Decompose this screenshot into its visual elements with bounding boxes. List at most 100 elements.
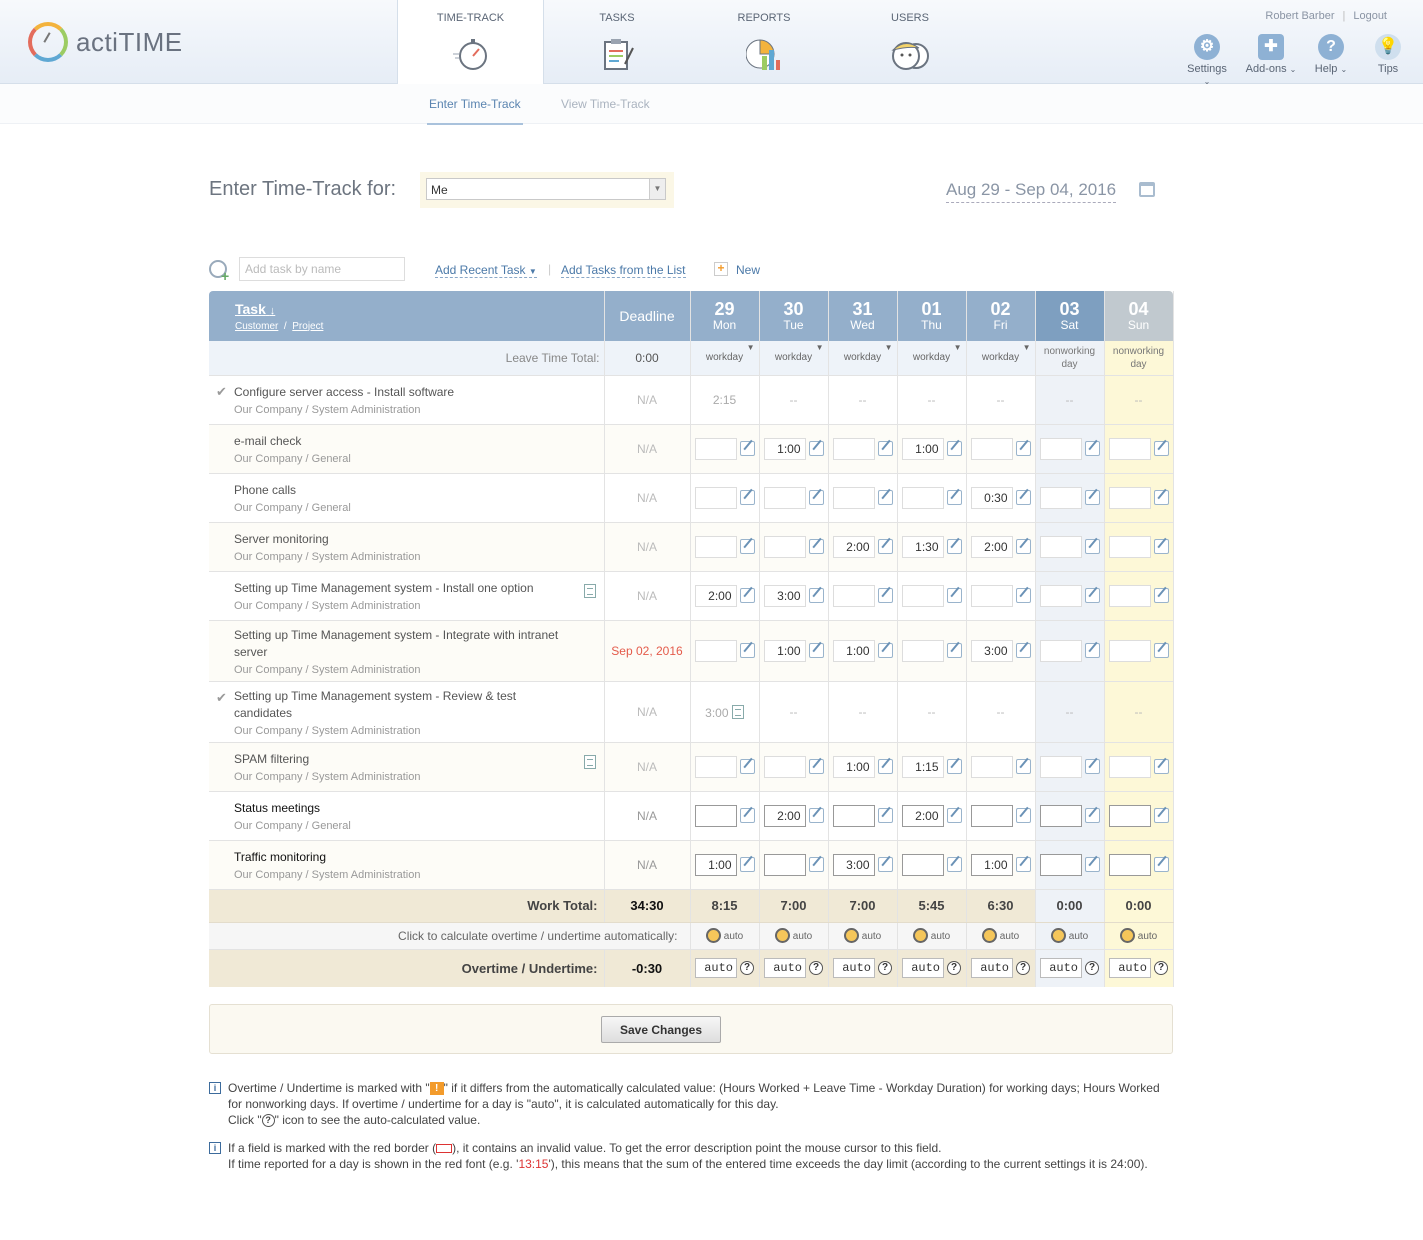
edit-comment-icon[interactable] bbox=[1084, 643, 1100, 658]
time-input[interactable] bbox=[763, 486, 806, 509]
edit-comment-icon[interactable] bbox=[1084, 808, 1100, 823]
help-icon[interactable]: ? bbox=[1154, 961, 1168, 976]
edit-comment-icon[interactable] bbox=[739, 857, 755, 872]
addons-menu[interactable]: ✚ Add-ons ⌄ bbox=[1245, 34, 1297, 75]
nav-tab-tasks[interactable]: TASKS bbox=[565, 0, 669, 84]
edit-comment-icon[interactable] bbox=[739, 643, 755, 658]
time-input[interactable] bbox=[832, 804, 875, 827]
edit-comment-icon[interactable] bbox=[946, 490, 962, 505]
edit-comment-icon[interactable] bbox=[877, 490, 893, 505]
time-input[interactable] bbox=[1039, 437, 1082, 460]
task-column-header[interactable]: Task ↓ Customer / Project bbox=[209, 291, 605, 341]
edit-comment-icon[interactable] bbox=[808, 490, 824, 505]
edit-comment-icon[interactable] bbox=[1015, 490, 1031, 505]
task-comment-icon[interactable] bbox=[583, 754, 596, 769]
time-input[interactable]: 1:15 bbox=[901, 755, 944, 778]
time-input[interactable]: 1:00 bbox=[832, 639, 875, 662]
auto-calc-button[interactable]: auto bbox=[966, 922, 1036, 950]
edit-comment-icon[interactable] bbox=[739, 759, 755, 774]
time-input[interactable]: 0:30 bbox=[970, 486, 1013, 509]
nav-tab-time-track[interactable]: TIME-TRACK bbox=[397, 0, 544, 85]
time-input[interactable] bbox=[970, 584, 1013, 607]
time-input[interactable] bbox=[832, 437, 875, 460]
edit-comment-icon[interactable] bbox=[808, 857, 824, 872]
time-input[interactable] bbox=[1039, 486, 1082, 509]
auto-calc-button[interactable]: auto bbox=[690, 922, 760, 950]
time-input[interactable]: 2:00 bbox=[970, 535, 1013, 558]
time-input[interactable]: 3:00 bbox=[763, 584, 806, 607]
time-input[interactable]: 1:30 bbox=[901, 535, 944, 558]
overtime-input[interactable]: auto bbox=[1040, 958, 1082, 979]
task-name[interactable]: Status meetings bbox=[234, 800, 596, 817]
date-range-link[interactable]: Aug 29 - Sep 04, 2016 bbox=[946, 180, 1117, 203]
time-input[interactable]: 1:00 bbox=[763, 639, 806, 662]
edit-comment-icon[interactable] bbox=[946, 759, 962, 774]
day-type-select[interactable]: workday ▼ bbox=[966, 341, 1036, 376]
help-icon[interactable]: ? bbox=[809, 961, 823, 976]
edit-comment-icon[interactable] bbox=[1084, 539, 1100, 554]
task-name[interactable]: Setting up Time Management system - Inte… bbox=[234, 627, 596, 661]
auto-calc-button[interactable]: auto bbox=[897, 922, 967, 950]
time-input[interactable] bbox=[1108, 584, 1151, 607]
edit-comment-icon[interactable] bbox=[1153, 643, 1169, 658]
time-input[interactable] bbox=[1108, 486, 1151, 509]
edit-comment-icon[interactable] bbox=[739, 539, 755, 554]
edit-comment-icon[interactable] bbox=[946, 643, 962, 658]
task-comment-icon[interactable] bbox=[731, 705, 744, 719]
user-select[interactable]: Me ▼ bbox=[426, 178, 666, 200]
edit-comment-icon[interactable] bbox=[1084, 588, 1100, 603]
help-icon[interactable]: ? bbox=[947, 961, 961, 976]
time-input[interactable] bbox=[694, 639, 737, 662]
time-input[interactable] bbox=[1039, 755, 1082, 778]
tips-button[interactable]: 💡 Tips bbox=[1374, 34, 1402, 75]
time-input[interactable] bbox=[694, 755, 737, 778]
add-recent-task-link[interactable]: Add Recent Task ▼ bbox=[435, 263, 537, 278]
save-changes-button[interactable]: Save Changes bbox=[601, 1016, 721, 1043]
time-input[interactable] bbox=[763, 853, 806, 876]
edit-comment-icon[interactable] bbox=[1084, 441, 1100, 456]
time-input[interactable] bbox=[763, 755, 806, 778]
nav-tab-users[interactable]: USERS bbox=[860, 0, 960, 84]
auto-calc-button[interactable]: auto bbox=[1035, 922, 1105, 950]
task-sort-link[interactable]: Task bbox=[235, 301, 266, 317]
time-input[interactable] bbox=[1039, 804, 1082, 827]
task-name[interactable]: Setting up Time Management system - Revi… bbox=[234, 688, 596, 722]
time-input[interactable] bbox=[901, 853, 944, 876]
subtab-view-time-track[interactable]: View Time-Track bbox=[561, 97, 650, 111]
subtab-enter-time-track[interactable]: Enter Time-Track bbox=[427, 97, 523, 125]
task-name[interactable]: Setting up Time Management system - Inst… bbox=[234, 580, 596, 597]
edit-comment-icon[interactable] bbox=[1015, 588, 1031, 603]
time-input[interactable] bbox=[1108, 804, 1151, 827]
time-input[interactable] bbox=[901, 486, 944, 509]
help-menu[interactable]: ? Help ⌄ bbox=[1313, 34, 1349, 75]
edit-comment-icon[interactable] bbox=[1153, 808, 1169, 823]
edit-comment-icon[interactable] bbox=[1015, 643, 1031, 658]
task-name[interactable]: SPAM filtering bbox=[234, 751, 596, 768]
edit-comment-icon[interactable] bbox=[1015, 539, 1031, 554]
overtime-input[interactable]: auto bbox=[764, 958, 806, 979]
edit-comment-icon[interactable] bbox=[1084, 857, 1100, 872]
edit-comment-icon[interactable] bbox=[877, 643, 893, 658]
dropdown-arrow-icon[interactable]: ▼ bbox=[649, 179, 665, 199]
time-input[interactable] bbox=[694, 535, 737, 558]
edit-comment-icon[interactable] bbox=[808, 539, 824, 554]
overtime-input[interactable]: auto bbox=[695, 958, 737, 979]
add-task-input[interactable] bbox=[239, 257, 405, 281]
edit-comment-icon[interactable] bbox=[739, 441, 755, 456]
edit-comment-icon[interactable] bbox=[877, 857, 893, 872]
help-icon[interactable]: ? bbox=[1085, 961, 1099, 976]
task-name[interactable]: Server monitoring bbox=[234, 531, 596, 548]
time-input[interactable]: 1:00 bbox=[901, 437, 944, 460]
time-input[interactable] bbox=[1108, 755, 1151, 778]
day-type-select[interactable]: workday ▼ bbox=[828, 341, 898, 376]
time-input[interactable] bbox=[901, 584, 944, 607]
time-input[interactable] bbox=[694, 437, 737, 460]
time-input[interactable] bbox=[1108, 535, 1151, 558]
actitime-logo[interactable]: actiTIME bbox=[28, 22, 183, 62]
edit-comment-icon[interactable] bbox=[946, 441, 962, 456]
time-input[interactable]: 3:00 bbox=[832, 853, 875, 876]
edit-comment-icon[interactable] bbox=[1084, 490, 1100, 505]
help-icon[interactable]: ? bbox=[878, 961, 892, 976]
time-input[interactable] bbox=[694, 804, 737, 827]
settings-menu[interactable]: ⚙ Settings ⌄ bbox=[1183, 34, 1231, 87]
